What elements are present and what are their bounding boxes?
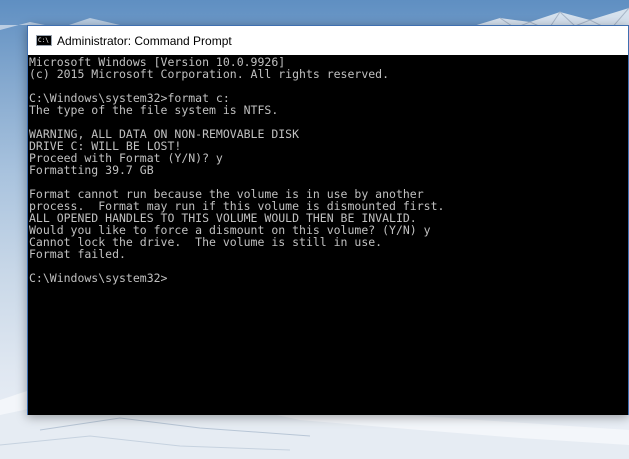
console-line: The type of the file system is NTFS. [29,103,279,117]
window-title: Administrator: Command Prompt [57,33,232,48]
console-output[interactable]: Microsoft Windows [Version 10.0.9926] (c… [28,55,628,415]
command-prompt-window[interactable]: C:\ Administrator: Command Prompt Micros… [27,25,629,415]
command-prompt-line[interactable]: C:\Windows\system32> [29,272,167,284]
command-prompt-icon-label: C:\ [38,37,49,44]
command-prompt-icon: C:\ [36,35,52,46]
console-line: Format failed. [29,247,126,261]
console-line: Formatting 39.7 GB [29,163,154,177]
window-titlebar[interactable]: C:\ Administrator: Command Prompt [28,26,628,55]
console-line: (c) 2015 Microsoft Corporation. All righ… [29,67,390,81]
